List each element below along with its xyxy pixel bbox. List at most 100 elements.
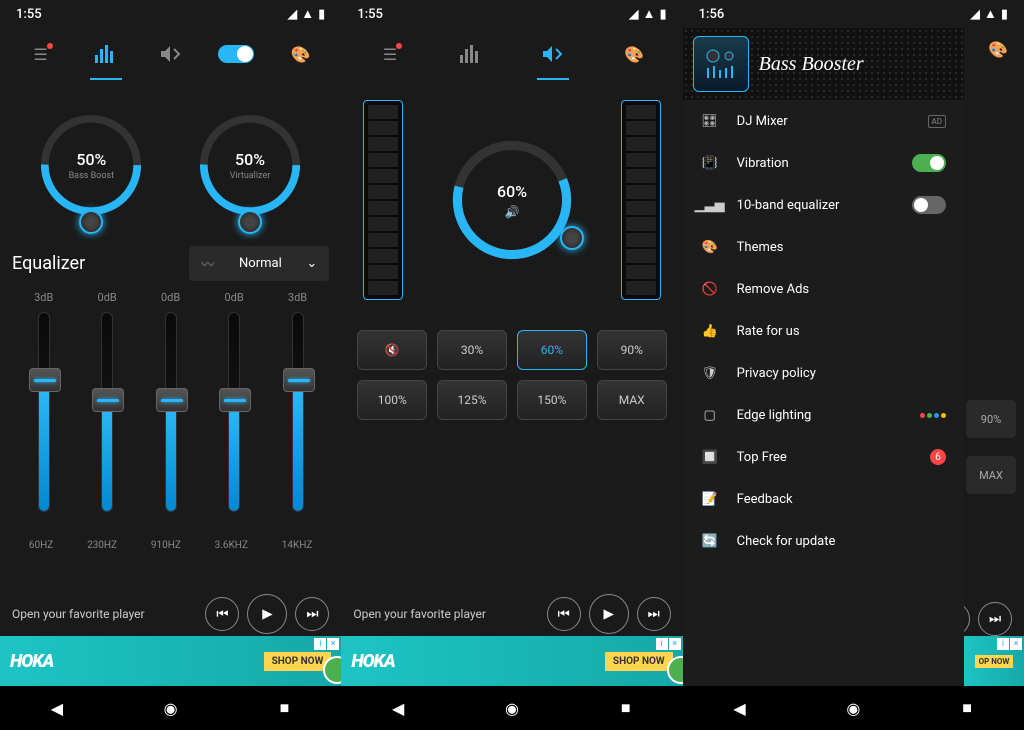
- preset-dropdown[interactable]: 〰 Normal ⌄: [189, 246, 329, 281]
- drawer-label: Remove Ads: [737, 282, 809, 297]
- play-button[interactable]: ▶: [247, 594, 287, 634]
- ad-close-icon[interactable]: ×: [669, 638, 681, 650]
- mute-icon: 🔇: [385, 343, 400, 357]
- drawer-item-removeads[interactable]: 🚫 Remove Ads: [683, 268, 964, 310]
- tab-volume[interactable]: [147, 34, 195, 74]
- ad-banner-bg: OP NOW i×: [964, 636, 1024, 686]
- preset-30[interactable]: 30%: [437, 330, 507, 370]
- virtualizer-knob[interactable]: [238, 210, 262, 234]
- prev-button[interactable]: ⏮: [547, 597, 581, 631]
- nav-back[interactable]: ◀: [728, 696, 752, 720]
- tab-equalizer[interactable]: [82, 34, 130, 74]
- drawer-item-update[interactable]: 🔄 Check for update: [683, 520, 964, 562]
- equalizer-icon: ▁▃▅: [701, 198, 719, 213]
- drawer-label: Feedback: [737, 492, 793, 507]
- noads-icon: 🚫: [701, 282, 719, 297]
- drawer-header: Bass Booster: [683, 28, 964, 100]
- tab-toggle[interactable]: [212, 34, 260, 74]
- wifi-icon: ◢: [287, 7, 297, 22]
- menu-button[interactable]: ☰: [366, 34, 414, 74]
- next-button-bg: ⏭: [978, 602, 1012, 636]
- volume-knob[interactable]: [560, 226, 584, 250]
- player-hint[interactable]: Open your favorite player: [353, 607, 538, 621]
- next-button[interactable]: ⏭: [637, 597, 671, 631]
- virtualizer-dial[interactable]: 50% Virtualizer: [185, 100, 315, 230]
- preset-100[interactable]: 100%: [357, 380, 427, 420]
- vibration-toggle[interactable]: [912, 154, 946, 172]
- drawer-item-edgelighting[interactable]: ▢ Edge lighting: [683, 394, 964, 436]
- djmixer-icon: 🎛: [701, 114, 719, 129]
- nav-home[interactable]: ◉: [159, 696, 183, 720]
- ad-banner[interactable]: HOKA SHOP NOW i×: [341, 636, 682, 686]
- preset-90[interactable]: 90%: [597, 330, 667, 370]
- player-bar: Open your favorite player ⏮ ▶ ⏭: [0, 592, 341, 636]
- drawer-label: Rate for us: [737, 324, 800, 339]
- volume-dial[interactable]: 60% 🔊: [442, 130, 582, 270]
- db-label: 0dB: [98, 291, 117, 304]
- bass-boost-knob[interactable]: [79, 210, 103, 234]
- nav-home[interactable]: ◉: [500, 696, 524, 720]
- preset-max[interactable]: MAX: [597, 380, 667, 420]
- nav-home[interactable]: ◉: [841, 696, 865, 720]
- nav-recent[interactable]: ■: [614, 696, 638, 720]
- nav-back[interactable]: ◀: [386, 696, 410, 720]
- preset-60[interactable]: 60%: [517, 330, 587, 370]
- nav-recent[interactable]: ■: [272, 696, 296, 720]
- tab-volume[interactable]: [529, 34, 577, 74]
- eq-slider-230hz[interactable]: [87, 312, 127, 532]
- preset-90-bg: 90%: [966, 400, 1016, 438]
- play-button[interactable]: ▶: [589, 594, 629, 634]
- bass-boost-dial[interactable]: 50% Bass Boost: [26, 100, 156, 230]
- volume-presets: 🔇 30% 60% 90% 100% 125% 150% MAX: [353, 320, 670, 430]
- eq-sliders: [12, 312, 329, 532]
- eq-slider-3.6khz[interactable]: [214, 312, 254, 532]
- preset-125[interactable]: 125%: [437, 380, 507, 420]
- refresh-icon: 🔄: [701, 534, 719, 549]
- eq-slider-14khz[interactable]: [278, 312, 318, 532]
- player-hint[interactable]: Open your favorite player: [12, 607, 197, 621]
- nav-bar: ◀ ◉ ■: [683, 686, 1024, 730]
- feedback-icon: 📝: [701, 492, 719, 507]
- eq-slider-60hz[interactable]: [24, 312, 64, 532]
- nav-back[interactable]: ◀: [45, 696, 69, 720]
- lighting-icon: ▢: [701, 408, 719, 423]
- drawer-label: Vibration: [737, 156, 789, 171]
- drawer-item-themes[interactable]: 🎨 Themes: [683, 226, 964, 268]
- drawer-item-10band[interactable]: ▁▃▅ 10-band equalizer: [683, 184, 964, 226]
- drawer-label: Top Free: [737, 450, 787, 465]
- next-button[interactable]: ⏭: [295, 597, 329, 631]
- drawer-item-vibration[interactable]: 📳 Vibration: [683, 142, 964, 184]
- navigation-drawer: Bass Booster 🎛 DJ Mixer AD 📳 Vibration ▁…: [683, 28, 964, 686]
- ad-cta[interactable]: SHOP NOW: [264, 652, 332, 671]
- drawer-item-feedback[interactable]: 📝 Feedback: [683, 478, 964, 520]
- drawer-label: Privacy policy: [737, 366, 816, 381]
- ad-banner[interactable]: HOKA SHOP NOW i×: [0, 636, 341, 686]
- nav-recent[interactable]: ■: [955, 696, 979, 720]
- content-main: 50% Bass Boost 50% Virtualizer Equalizer…: [0, 80, 341, 592]
- tab-theme[interactable]: 🎨: [988, 40, 1008, 59]
- tab-theme[interactable]: 🎨: [277, 34, 325, 74]
- phone-screen-volume: 1:55 ◢ ▲ ▮ ☰ 🎨 60% 🔊: [341, 0, 682, 730]
- content-main: 60% 🔊 🔇 30% 60% 90% 100% 125% 150% MAX: [341, 80, 682, 592]
- menu-button[interactable]: ☰: [17, 34, 65, 74]
- drawer-label: DJ Mixer: [737, 114, 788, 129]
- ad-cta[interactable]: SHOP NOW: [605, 652, 673, 671]
- prev-button[interactable]: ⏮: [205, 597, 239, 631]
- tab-equalizer[interactable]: [447, 34, 495, 74]
- 10band-toggle[interactable]: [912, 196, 946, 214]
- drawer-item-djmixer[interactable]: 🎛 DJ Mixer AD: [683, 100, 964, 142]
- ad-close-icon[interactable]: ×: [327, 638, 339, 650]
- apps-icon: 🔲: [701, 450, 719, 465]
- drawer-item-topfree[interactable]: 🔲 Top Free 6: [683, 436, 964, 478]
- clock: 1:55: [357, 7, 383, 22]
- mute-button[interactable]: 🔇: [357, 330, 427, 370]
- tab-bar: ☰ 🎨: [0, 28, 341, 80]
- ad-info-icon[interactable]: i: [656, 638, 668, 650]
- drawer-item-privacy[interactable]: 🛡 Privacy policy: [683, 352, 964, 394]
- ad-info-icon[interactable]: i: [314, 638, 326, 650]
- tab-theme[interactable]: 🎨: [610, 34, 658, 74]
- preset-150[interactable]: 150%: [517, 380, 587, 420]
- status-bar: 1:55 ◢ ▲ ▮: [0, 0, 341, 28]
- eq-slider-910hz[interactable]: [151, 312, 191, 532]
- drawer-item-rate[interactable]: 👍 Rate for us: [683, 310, 964, 352]
